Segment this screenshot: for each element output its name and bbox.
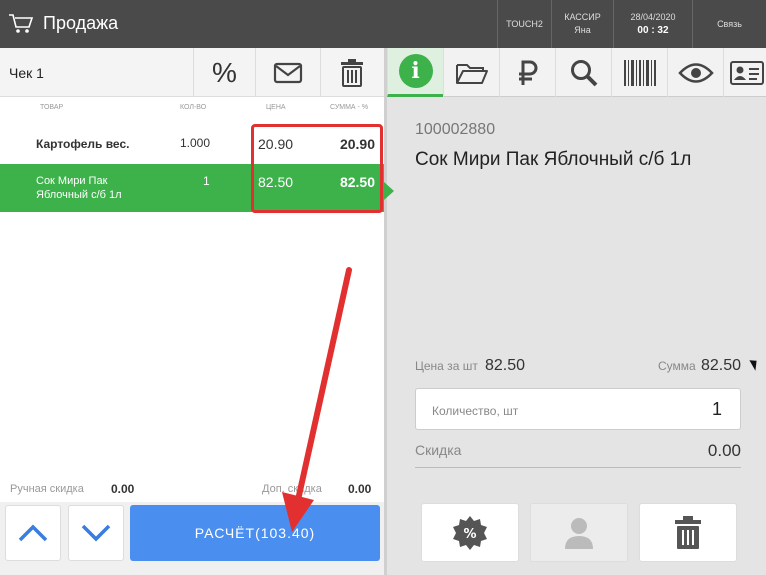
column-sum: СУММА - % [330, 104, 369, 111]
annotation-highlight-box [251, 124, 383, 213]
row-qty: 1 [203, 174, 210, 188]
extra-discount-label: Доп. скидка [262, 483, 322, 495]
item-discount-button[interactable]: % [421, 503, 519, 562]
tab-info[interactable]: i [387, 48, 443, 97]
delete-check-button[interactable] [320, 48, 382, 97]
row-qty: 1.000 [180, 136, 211, 150]
cashier-info: КАССИР Яна [551, 0, 613, 48]
product-name: Сок Мири Пак Яблочный с/б 1л [415, 149, 692, 170]
price-summary: Цена за шт 82.50 Сумма 82.50 [415, 357, 741, 379]
tab-client[interactable] [723, 48, 766, 97]
tab-barcode[interactable] [611, 48, 667, 97]
sum-value: 82.50 [700, 357, 741, 374]
cashier-label: КАССИР [564, 12, 601, 22]
bottom-actions: РАСЧЁТ(103.40) [0, 502, 384, 575]
terminal-name: TOUCH2 [497, 0, 551, 48]
eye-icon [677, 62, 714, 83]
trash-icon [340, 58, 363, 87]
chevron-down-icon [81, 524, 111, 542]
product-detail-panel: i 100002880 Сок Мири Пак Яблочный с/б 1л… [384, 48, 766, 575]
delete-item-button[interactable] [639, 503, 737, 562]
unit-price-label: Цена за шт [415, 359, 478, 373]
connection-button[interactable]: Связь [692, 0, 766, 48]
top-bar: Продажа TOUCH2 КАССИР Яна 28/04/2020 00 … [0, 0, 766, 48]
manual-discount-label: Ручная скидка [10, 483, 84, 495]
table-header: ТОВАР КОЛ-ВО ЦЕНА СУММА - % [0, 104, 384, 118]
row-product-name: Картофель вес. [36, 137, 130, 151]
tab-catalog[interactable] [443, 48, 499, 97]
extra-discount-value: 0.00 [348, 482, 372, 496]
unit-price-value: 82.50 [485, 357, 526, 374]
tab-price[interactable] [499, 48, 555, 97]
date-text: 28/04/2020 [630, 12, 676, 22]
selection-pointer [384, 182, 394, 200]
quantity-value: 1 [711, 399, 722, 419]
column-qty: КОЛ-ВО [180, 104, 207, 111]
discount-field[interactable]: Скидка 0.00 [415, 441, 741, 468]
discount-label: Скидка [415, 442, 462, 458]
cashier-name: Яна [574, 25, 591, 35]
chevron-up-icon [18, 524, 48, 542]
tab-search[interactable] [555, 48, 611, 97]
percent-icon: % [212, 56, 237, 88]
quantity-label: Количество, шт [432, 404, 519, 418]
column-product: ТОВАР [40, 104, 64, 111]
receipt-panel: Чек 1 % ТОВАР КОЛ-ВО ЦЕНА СУММА - % Карт… [0, 48, 384, 575]
barcode-icon [623, 59, 656, 86]
envelope-icon [273, 62, 303, 83]
check-title[interactable]: Чек 1 [9, 65, 44, 81]
folder-icon [455, 63, 488, 84]
info-icon: i [398, 54, 433, 88]
assign-seller-button[interactable] [530, 503, 628, 562]
time-text: 00 : 32 [637, 25, 669, 36]
row-product-name: Сок Мири Пак Яблочный с/б 1л [36, 174, 122, 202]
tab-view[interactable] [667, 48, 723, 97]
cart-icon [9, 14, 34, 33]
row-product-name-line2: Яблочный с/б 1л [36, 189, 122, 201]
quantity-field[interactable]: Количество, шт 1 [415, 388, 741, 430]
check-discount-button[interactable]: % [193, 48, 255, 97]
pay-button[interactable]: РАСЧЁТ(103.40) [130, 505, 380, 561]
product-code: 100002880 [415, 121, 496, 138]
sum-label: Сумма [658, 359, 696, 373]
detail-tabs: i [387, 48, 766, 97]
scroll-up-button[interactable] [5, 505, 61, 561]
column-price: ЦЕНА [266, 104, 286, 111]
svg-text:%: % [463, 527, 476, 542]
trash-icon [675, 515, 701, 549]
discount-value: 0.00 [707, 441, 741, 460]
search-icon [570, 59, 597, 86]
send-receipt-button[interactable] [255, 48, 320, 97]
discount-summary: Ручная скидка 0.00 Доп. скидка 0.00 [0, 476, 384, 504]
row-product-name-line1: Сок Мири Пак [36, 175, 108, 187]
contact-card-icon [729, 60, 764, 85]
ruble-icon [518, 60, 537, 85]
app-title: Продажа [43, 13, 119, 33]
check-toolbar: Чек 1 % [0, 48, 384, 97]
discount-badge-icon: % [453, 515, 487, 550]
scroll-down-button[interactable] [68, 505, 124, 561]
datetime: 28/04/2020 00 : 32 [613, 0, 692, 48]
manual-discount-value: 0.00 [111, 482, 135, 496]
user-icon [565, 517, 593, 549]
